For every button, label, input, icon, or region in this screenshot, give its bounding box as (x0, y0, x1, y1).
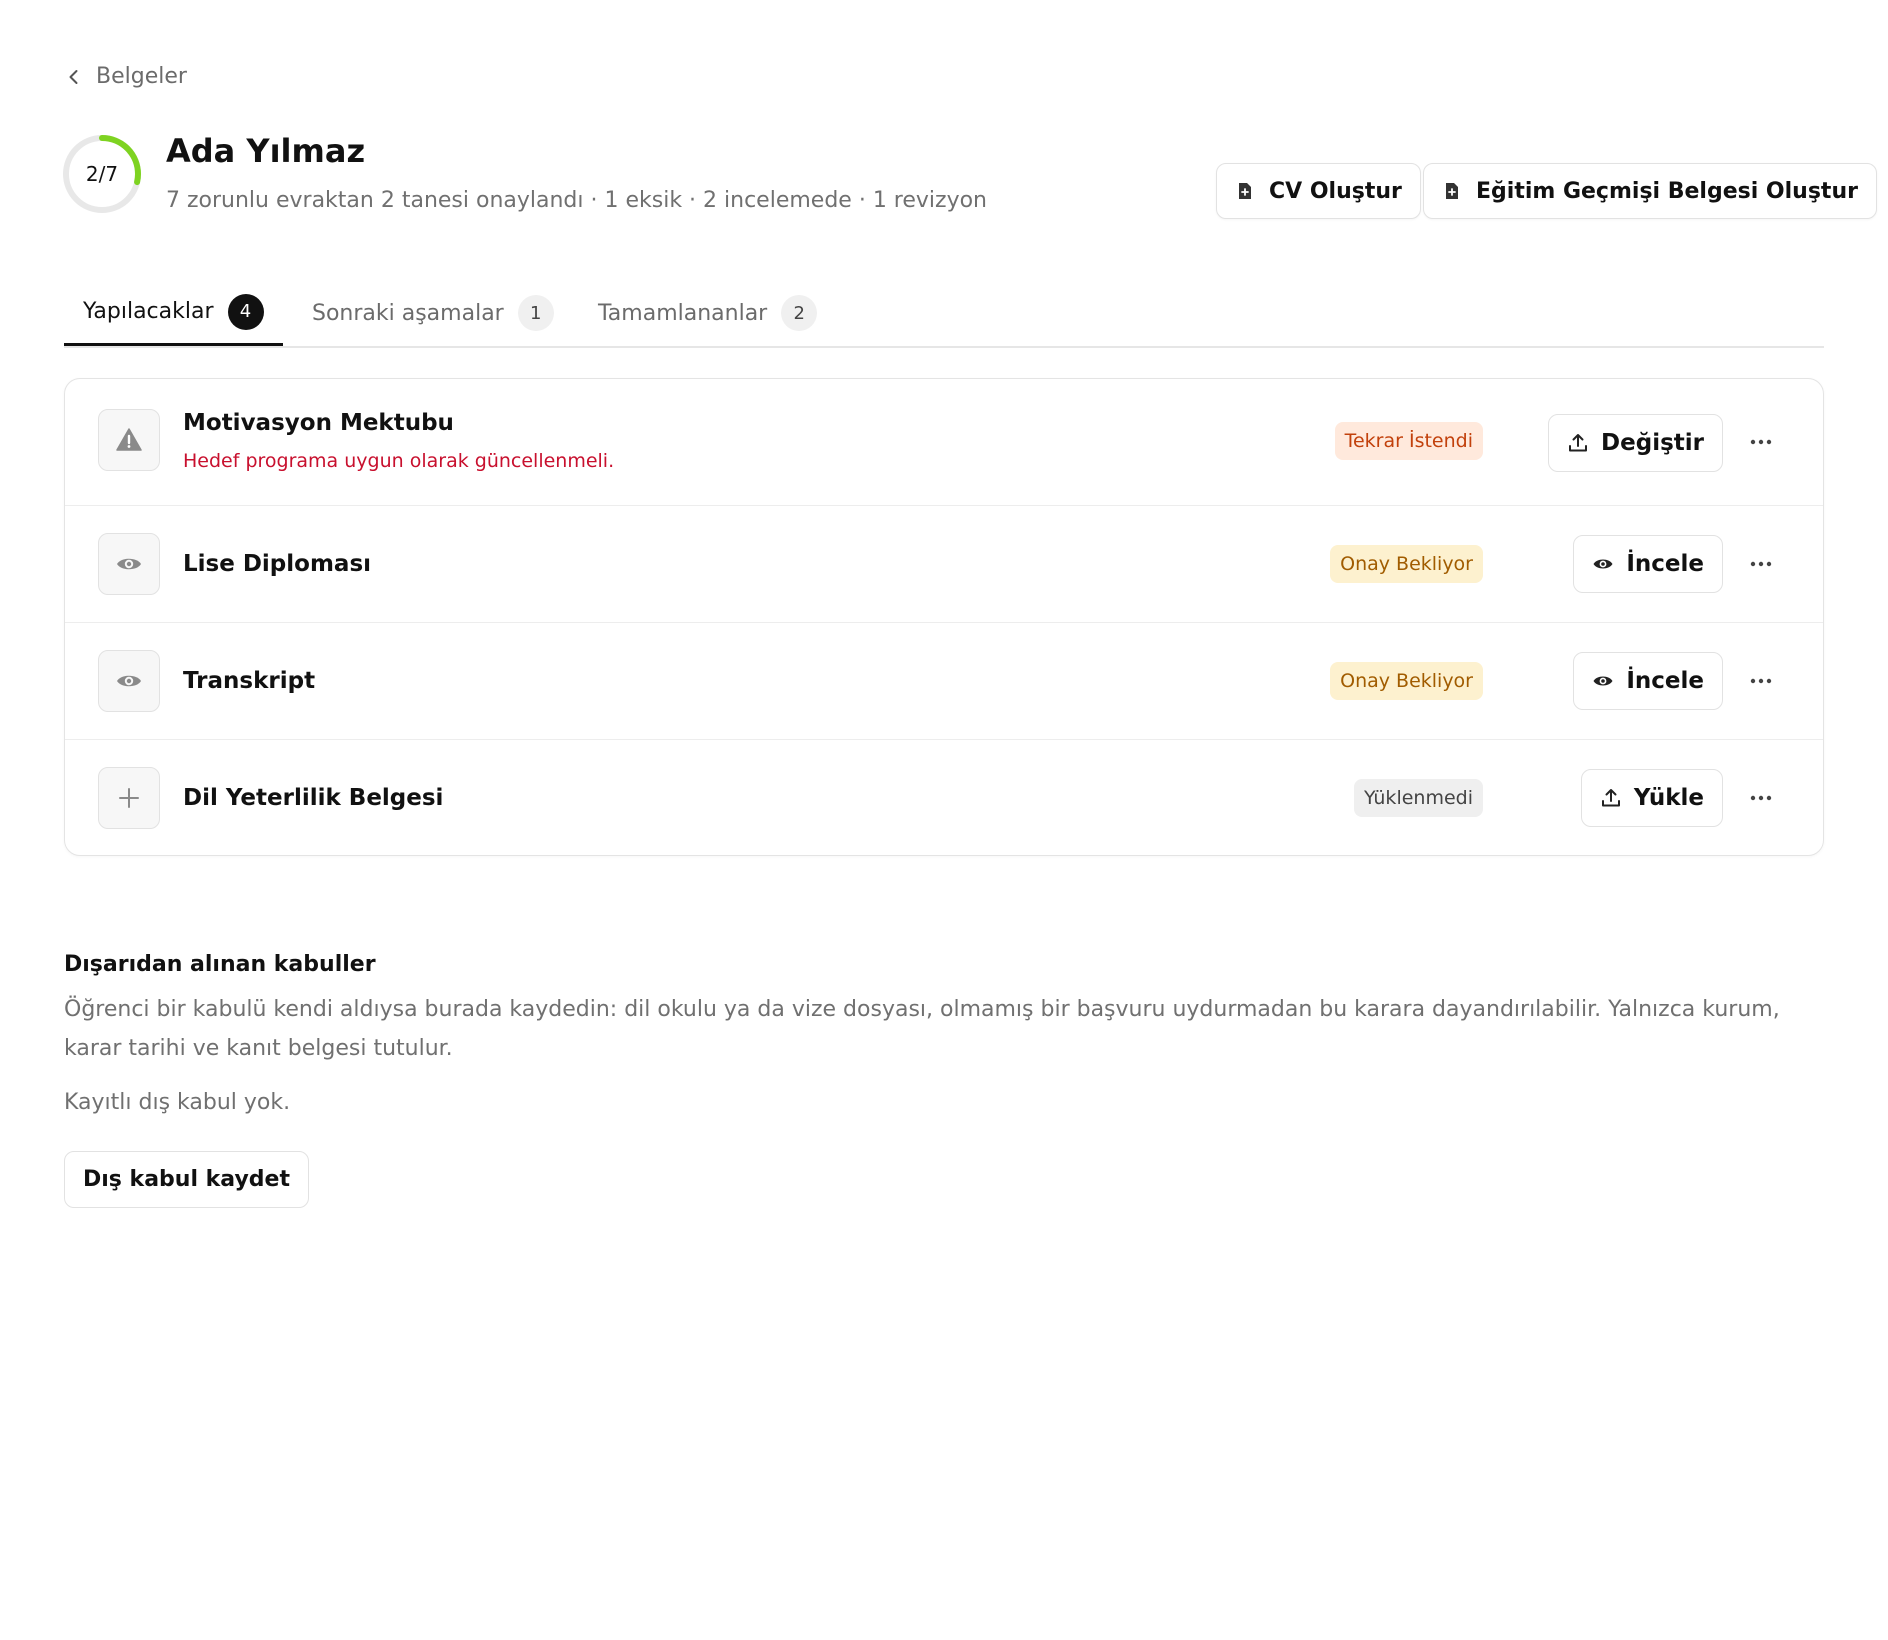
upload-icon (1569, 434, 1588, 452)
back-link-label: Belgeler (96, 64, 187, 89)
record-external-admission-label: Dış kabul kaydet (83, 1167, 290, 1192)
replace-button-label: Değiştir (1601, 430, 1704, 456)
status-icon-box (98, 767, 160, 829)
review-button[interactable]: İncele (1573, 652, 1723, 710)
more-horizontal-icon (1750, 439, 1772, 445)
status-badge: Tekrar İstendi (1334, 422, 1483, 460)
create-education-history-label: Eğitim Geçmişi Belgesi Oluştur (1476, 178, 1858, 204)
more-options-button[interactable] (1741, 544, 1781, 584)
tab-todo-label: Yapılacaklar (83, 299, 214, 324)
replace-button[interactable]: Değiştir (1548, 414, 1723, 472)
file-plus-icon (1446, 183, 1458, 199)
status-badge: Onay Bekliyor (1330, 545, 1483, 583)
student-name: Ada Yılmaz (166, 132, 366, 170)
create-cv-button[interactable]: CV Oluştur (1216, 163, 1421, 219)
file-plus-icon (1239, 183, 1251, 199)
document-note: Hedef programa uygun olarak güncellenmel… (183, 450, 615, 472)
tab-next-stages-label: Sonraki aşamalar (312, 300, 504, 326)
document-title: Transkript (183, 668, 316, 694)
document-row: Dil Yeterlilik Belgesi Yüklenmedi Yükle (65, 740, 1823, 855)
tab-todo[interactable]: Yapılacaklar 4 (64, 280, 283, 346)
more-horizontal-icon (1750, 561, 1772, 567)
tab-completed-count: 2 (781, 295, 818, 331)
record-external-admission-button[interactable]: Dış kabul kaydet (64, 1151, 309, 1208)
external-admissions-title: Dışarıdan alınan kabuller (64, 952, 376, 977)
create-education-history-button[interactable]: Eğitim Geçmişi Belgesi Oluştur (1423, 163, 1877, 219)
tab-bar: Yapılacaklar 4 Sonraki aşamalar 1 Tamaml… (64, 280, 1824, 348)
document-summary: 7 zorunlu evraktan 2 tanesi onaylandı · … (166, 188, 988, 213)
eye-icon (1593, 559, 1613, 569)
chevron-left-icon (69, 69, 78, 84)
tab-completed-label: Tamamlananlar (598, 300, 768, 326)
upload-icon (1601, 789, 1620, 807)
eye-icon (1593, 676, 1613, 686)
warning-icon (116, 428, 142, 451)
back-link[interactable]: Belgeler (64, 64, 187, 89)
document-checklist-page: Belgeler 2/7 Ada Yılmaz 7 zorunlu evrakt… (0, 0, 1888, 1640)
progress-ring: 2/7 (62, 134, 142, 214)
document-row: Transkript Onay Bekliyor İncele (65, 623, 1823, 740)
document-row: Motivasyon Mektubu Hedef programa uygun … (65, 379, 1823, 506)
status-icon-box (98, 409, 160, 471)
create-cv-label: CV Oluştur (1269, 178, 1402, 204)
tab-next-stages[interactable]: Sonraki aşamalar 1 (312, 280, 554, 346)
document-title: Motivasyon Mektubu (183, 410, 454, 436)
tab-todo-count: 4 (227, 293, 264, 330)
document-title: Dil Yeterlilik Belgesi (183, 785, 444, 811)
upload-button[interactable]: Yükle (1580, 769, 1723, 827)
status-badge: Onay Bekliyor (1330, 662, 1483, 700)
status-icon-box (98, 533, 160, 595)
more-horizontal-icon (1750, 678, 1772, 684)
more-horizontal-icon (1750, 795, 1772, 801)
eye-icon (117, 675, 141, 687)
review-button-label: İncele (1626, 668, 1704, 694)
upload-button-label: Yükle (1633, 785, 1704, 811)
eye-icon (117, 558, 141, 570)
external-admissions-empty-state: Kayıtlı dış kabul yok. (64, 1090, 291, 1115)
status-icon-box (98, 650, 160, 712)
review-button-label: İncele (1626, 551, 1704, 577)
progress-label: 2/7 (85, 162, 119, 186)
tab-next-stages-count: 1 (517, 295, 554, 331)
review-button[interactable]: İncele (1573, 535, 1723, 593)
more-options-button[interactable] (1741, 778, 1781, 818)
more-options-button[interactable] (1741, 661, 1781, 701)
tab-completed[interactable]: Tamamlananlar 2 (598, 280, 818, 346)
plus-icon (119, 788, 139, 808)
document-row: Lise Diploması Onay Bekliyor İncele (65, 506, 1823, 623)
document-title: Lise Diploması (183, 551, 372, 577)
external-admissions-description: Öğrenci bir kabulü kendi aldıysa burada … (64, 997, 1780, 1061)
more-options-button[interactable] (1741, 422, 1781, 462)
document-list: Motivasyon Mektubu Hedef programa uygun … (64, 378, 1824, 856)
status-badge: Yüklenmedi (1353, 779, 1483, 817)
